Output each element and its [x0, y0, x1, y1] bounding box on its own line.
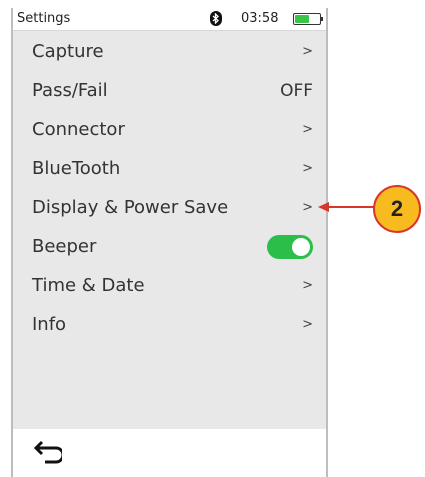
menu-item-info[interactable]: Info >	[13, 305, 326, 344]
status-time: 03:58	[241, 11, 279, 26]
back-arrow-icon[interactable]	[32, 439, 65, 469]
menu-item-label: Info	[32, 314, 67, 335]
menu-item-label: BlueTooth	[32, 158, 121, 179]
menu-item-display-power-save[interactable]: Display & Power Save >	[13, 188, 326, 227]
chevron-right-icon: >	[302, 200, 313, 215]
chevron-right-icon: >	[302, 161, 313, 176]
toggle-knob	[292, 237, 310, 256]
callout-badge: 2	[373, 185, 421, 233]
chevron-right-icon: >	[302, 278, 313, 293]
screen-title: Settings	[17, 11, 71, 26]
battery-level-fill	[295, 15, 310, 23]
battery-tip	[321, 17, 323, 21]
pass-fail-value: OFF	[280, 80, 313, 101]
menu-item-bluetooth[interactable]: BlueTooth >	[13, 149, 326, 188]
menu-item-label: Beeper	[32, 236, 97, 257]
beeper-toggle[interactable]	[267, 234, 313, 259]
chevron-right-icon: >	[302, 122, 313, 137]
status-bar: Settings 03:58	[13, 8, 326, 31]
menu-item-label: Capture	[32, 41, 104, 62]
bottom-bar	[13, 429, 326, 477]
annotation-arrow	[318, 202, 374, 212]
menu-item-label: Time & Date	[32, 275, 145, 296]
menu-item-connector[interactable]: Connector >	[13, 110, 326, 149]
settings-menu: Capture > Pass/Fail OFF Connector > Blue…	[13, 32, 326, 344]
bluetooth-icon	[210, 11, 222, 26]
menu-item-capture[interactable]: Capture >	[13, 32, 326, 71]
chevron-right-icon: >	[302, 44, 313, 59]
chevron-right-icon: >	[302, 317, 313, 332]
menu-item-label: Display & Power Save	[32, 197, 229, 218]
battery-icon	[293, 13, 323, 25]
menu-item-label: Connector	[32, 119, 125, 140]
menu-item-beeper[interactable]: Beeper	[13, 227, 326, 266]
device-screen: Settings 03:58 Capture > Pass/Fail OFF C…	[11, 8, 328, 477]
menu-item-pass-fail[interactable]: Pass/Fail OFF	[13, 71, 326, 110]
menu-item-time-date[interactable]: Time & Date >	[13, 266, 326, 305]
menu-item-label: Pass/Fail	[32, 80, 108, 101]
